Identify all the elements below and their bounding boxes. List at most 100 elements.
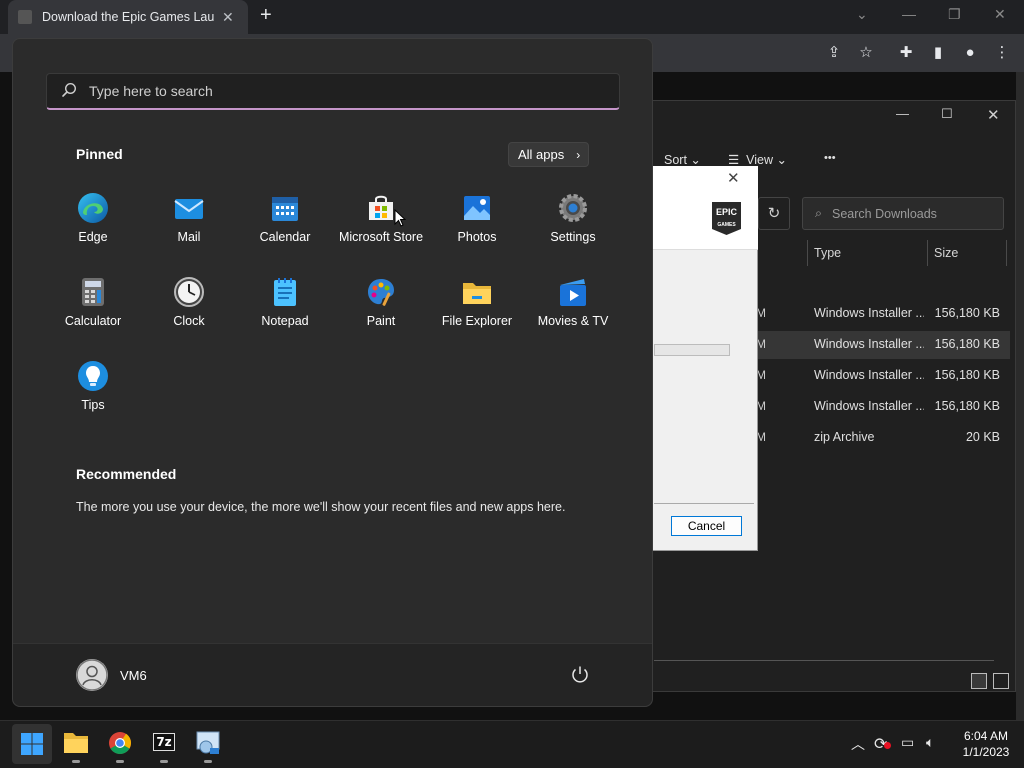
search-icon bbox=[62, 82, 77, 97]
pinned-app-tips[interactable]: Tips bbox=[45, 356, 141, 428]
app-label: Movies & TV bbox=[537, 314, 609, 328]
explorer-status-divider bbox=[654, 660, 994, 661]
photos-icon bbox=[464, 196, 490, 220]
windows-logo-icon bbox=[21, 733, 43, 755]
file-type: zip Archive bbox=[814, 430, 875, 444]
pinned-heading: Pinned bbox=[76, 146, 123, 162]
bookmark-star-icon[interactable]: ☆ bbox=[856, 43, 876, 63]
calculator-icon bbox=[82, 278, 104, 306]
side-panel-icon[interactable]: ▮ bbox=[928, 43, 948, 63]
pinned-app-file-explorer[interactable]: File Explorer bbox=[429, 272, 525, 344]
folder-icon bbox=[64, 733, 88, 753]
tab-search-icon[interactable]: ⌄ bbox=[856, 6, 868, 23]
epic-games-logo-icon: EPIC GAMES bbox=[712, 202, 741, 235]
browser-menu-icon[interactable]: ⋮ bbox=[992, 43, 1012, 63]
pinned-app-photos[interactable]: Photos bbox=[429, 188, 525, 260]
sort-button[interactable]: Sort ⌄ bbox=[664, 152, 701, 167]
pinned-app-mail[interactable]: Mail bbox=[141, 188, 237, 260]
explorer-close-icon[interactable]: ✕ bbox=[987, 106, 1000, 124]
taskbar-chrome[interactable] bbox=[100, 724, 140, 764]
more-options-button[interactable]: ••• bbox=[824, 152, 836, 164]
power-icon[interactable] bbox=[569, 664, 591, 686]
mouse-cursor-icon bbox=[394, 209, 406, 227]
extensions-puzzle-icon[interactable]: ✚ bbox=[896, 43, 916, 63]
start-menu-footer bbox=[13, 643, 652, 706]
browser-tab[interactable]: Download the Epic Games Launc ✕ bbox=[8, 0, 248, 34]
notepad-icon bbox=[274, 278, 296, 306]
pinned-app-edge[interactable]: Edge bbox=[45, 188, 141, 260]
file-row[interactable]: M Windows Installer ... 156,180 KB bbox=[754, 331, 1010, 359]
user-name[interactable]: VM6 bbox=[120, 668, 147, 683]
refresh-button[interactable]: ↻ bbox=[758, 197, 790, 230]
file-row[interactable]: Mzip Archive 20 KB bbox=[754, 424, 1010, 452]
chevron-up-icon[interactable]: ︿ bbox=[851, 734, 865, 754]
app-label: Notepad bbox=[261, 314, 309, 328]
pinned-app-movies-tv[interactable]: Movies & TV bbox=[525, 272, 621, 344]
all-apps-label: All apps bbox=[518, 147, 565, 162]
browser-restore-icon[interactable]: ❐ bbox=[948, 6, 961, 23]
explorer-minimize-icon[interactable]: — bbox=[896, 106, 909, 121]
explorer-search-box[interactable]: ⌕ Search Downloads bbox=[802, 197, 1004, 230]
pinned-app-calendar[interactable]: Calendar bbox=[237, 188, 333, 260]
seven-zip-icon: 7z bbox=[153, 733, 175, 751]
tiles-view-icon[interactable] bbox=[993, 673, 1009, 689]
gear-icon bbox=[559, 194, 587, 222]
recommended-heading: Recommended bbox=[76, 466, 177, 482]
column-header-size[interactable]: Size bbox=[934, 246, 958, 260]
file-row[interactable]: M Windows Installer ... 156,180 KB bbox=[754, 362, 1010, 390]
file-type: Windows Installer ... bbox=[814, 337, 924, 351]
share-icon[interactable]: ⇪ bbox=[824, 43, 844, 63]
user-avatar[interactable] bbox=[76, 659, 108, 691]
app-label: Paint bbox=[366, 314, 396, 328]
browser-minimize-icon[interactable]: — bbox=[902, 6, 916, 22]
taskbar-installer[interactable] bbox=[188, 724, 228, 764]
start-search-input[interactable] bbox=[89, 74, 589, 108]
pinned-app-paint[interactable]: Paint bbox=[333, 272, 429, 344]
installer-close-icon[interactable]: ✕ bbox=[727, 169, 740, 187]
file-row[interactable]: M Windows Installer ... 156,180 KB bbox=[754, 300, 1010, 328]
tab-close-icon[interactable]: ✕ bbox=[222, 9, 234, 26]
new-tab-button[interactable]: + bbox=[260, 4, 272, 27]
clock-icon bbox=[174, 277, 204, 307]
taskbar-file-explorer[interactable] bbox=[56, 724, 96, 764]
app-label: Microsoft Store bbox=[338, 230, 424, 244]
explorer-maximize-icon[interactable]: ☐ bbox=[941, 106, 953, 122]
app-label: Calculator bbox=[64, 314, 122, 328]
details-view-icon[interactable] bbox=[971, 673, 987, 689]
pinned-app-settings[interactable]: Settings bbox=[525, 188, 621, 260]
profile-icon[interactable]: ● bbox=[960, 43, 980, 63]
column-separator[interactable] bbox=[807, 240, 808, 266]
recommended-empty-text: The more you use your device, the more w… bbox=[76, 500, 566, 514]
cancel-button[interactable]: Cancel bbox=[671, 516, 742, 536]
app-label: Tips bbox=[81, 398, 105, 412]
browser-tab-title: Download the Epic Games Launc bbox=[42, 10, 214, 24]
file-row[interactable]: M Windows Installer ... 156,180 KB bbox=[754, 393, 1010, 421]
start-button[interactable] bbox=[12, 724, 52, 764]
calendar-icon bbox=[272, 197, 298, 221]
movies-play-icon bbox=[560, 279, 586, 306]
sync-icon[interactable]: ⟳ bbox=[874, 734, 891, 754]
start-search-box[interactable] bbox=[46, 73, 620, 110]
all-apps-button[interactable]: All apps › bbox=[508, 142, 589, 167]
pinned-app-notepad[interactable]: Notepad bbox=[237, 272, 333, 344]
column-separator[interactable] bbox=[927, 240, 928, 266]
column-separator[interactable] bbox=[1006, 240, 1007, 266]
column-header-type[interactable]: Type bbox=[814, 246, 841, 260]
installer-divider bbox=[654, 503, 754, 504]
pinned-app-calculator[interactable]: Calculator bbox=[45, 272, 141, 344]
edge-icon bbox=[78, 193, 108, 223]
browser-close-icon[interactable]: ✕ bbox=[994, 6, 1006, 23]
taskbar-clock[interactable]: 6:04 AM 1/1/2023 bbox=[955, 728, 1017, 760]
app-label: Photos bbox=[457, 230, 497, 244]
pinned-app-microsoft-store[interactable]: Microsoft Store bbox=[333, 188, 429, 260]
app-label: Settings bbox=[550, 230, 596, 244]
view-button[interactable]: ☰ View ⌄ bbox=[728, 152, 787, 167]
browser-scrollbar[interactable] bbox=[1016, 72, 1024, 720]
network-icon[interactable]: ▭ bbox=[901, 734, 914, 751]
pinned-app-clock[interactable]: Clock bbox=[141, 272, 237, 344]
volume-icon[interactable]: 🔈︎ bbox=[926, 734, 934, 751]
mail-icon bbox=[174, 199, 204, 219]
taskbar-7zip[interactable]: 7z bbox=[144, 724, 184, 764]
running-indicator bbox=[116, 760, 124, 763]
file-size: 20 KB bbox=[965, 430, 1000, 444]
